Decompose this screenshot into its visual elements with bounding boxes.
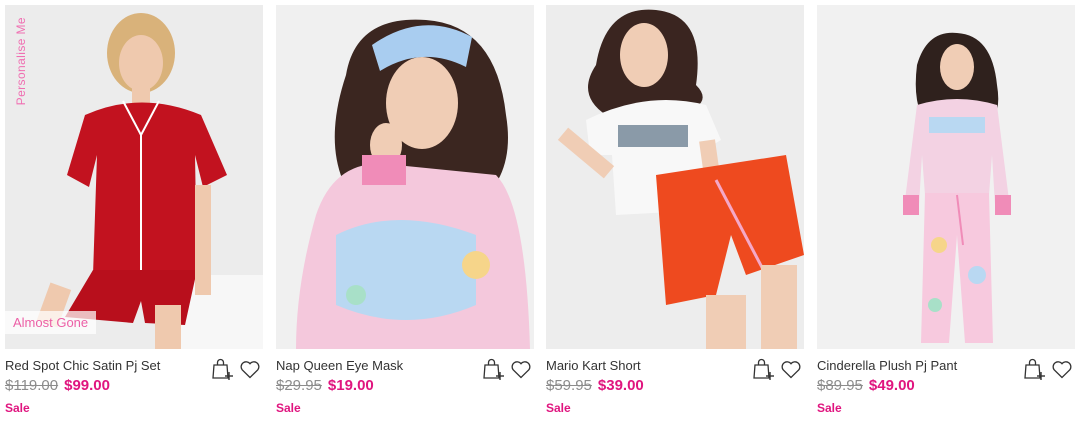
product-actions <box>481 356 533 382</box>
product-photo-eye-mask <box>276 5 534 349</box>
sale-label: Sale <box>276 401 301 415</box>
sale-label: Sale <box>817 401 842 415</box>
product-photo-cinderella-pj-pant <box>817 5 1075 349</box>
price-row: $29.95 $19.00 <box>276 377 374 394</box>
sale-price: $49.00 <box>868 377 915 394</box>
product-card[interactable]: Nap Queen Eye Mask $29.95 $19.00 Sale <box>276 0 534 425</box>
product-name[interactable]: Mario Kart Short <box>546 358 641 373</box>
original-price: $29.95 <box>276 377 322 394</box>
sale-price: $39.00 <box>597 377 644 394</box>
product-image[interactable]: Personalise Me Almost Gone <box>5 5 263 349</box>
product-name[interactable]: Red Spot Chic Satin Pj Set <box>5 358 160 373</box>
product-actions <box>1022 356 1074 382</box>
product-actions <box>751 356 803 382</box>
product-grid: Personalise Me Almost Gone Red Spot Chic… <box>0 0 1080 425</box>
shopping-bag-plus-icon[interactable] <box>751 357 775 381</box>
shopping-bag-plus-icon[interactable] <box>210 357 234 381</box>
heart-icon[interactable] <box>1050 357 1074 381</box>
product-card[interactable]: Cinderella Plush Pj Pant $89.95 $49.00 Sa… <box>817 0 1075 425</box>
sale-label: Sale <box>546 401 571 415</box>
almost-gone-badge: Almost Gone <box>5 311 97 334</box>
original-price: $59.95 <box>546 377 592 394</box>
sale-price: $99.00 <box>64 377 110 394</box>
product-photo-mario-kart-short <box>546 5 804 349</box>
heart-icon[interactable] <box>509 357 533 381</box>
product-card[interactable]: Mario Kart Short $59.95 $39.00 Sale <box>546 0 804 425</box>
price-row: $119.00 $99.00 <box>5 377 110 394</box>
shopping-bag-plus-icon[interactable] <box>1022 357 1046 381</box>
product-image[interactable] <box>546 5 804 349</box>
heart-icon[interactable] <box>238 357 262 381</box>
product-card[interactable]: Personalise Me Almost Gone Red Spot Chic… <box>5 0 263 425</box>
price-row: $59.95 $39.00 <box>546 377 644 394</box>
product-name[interactable]: Cinderella Plush Pj Pant <box>817 358 957 373</box>
shopping-bag-plus-icon[interactable] <box>481 357 505 381</box>
product-name[interactable]: Nap Queen Eye Mask <box>276 358 403 373</box>
price-row: $89.95 $49.00 <box>817 377 915 394</box>
product-image[interactable] <box>276 5 534 349</box>
personalise-me-label[interactable]: Personalise Me <box>14 17 28 105</box>
product-image[interactable] <box>817 5 1075 349</box>
heart-icon[interactable] <box>779 357 803 381</box>
sale-price: $19.00 <box>327 377 374 394</box>
product-photo-red-satin-pj <box>5 5 263 349</box>
product-actions <box>210 356 262 382</box>
original-price: $119.00 <box>5 377 59 394</box>
sale-label: Sale <box>5 401 30 415</box>
original-price: $89.95 <box>817 377 863 394</box>
